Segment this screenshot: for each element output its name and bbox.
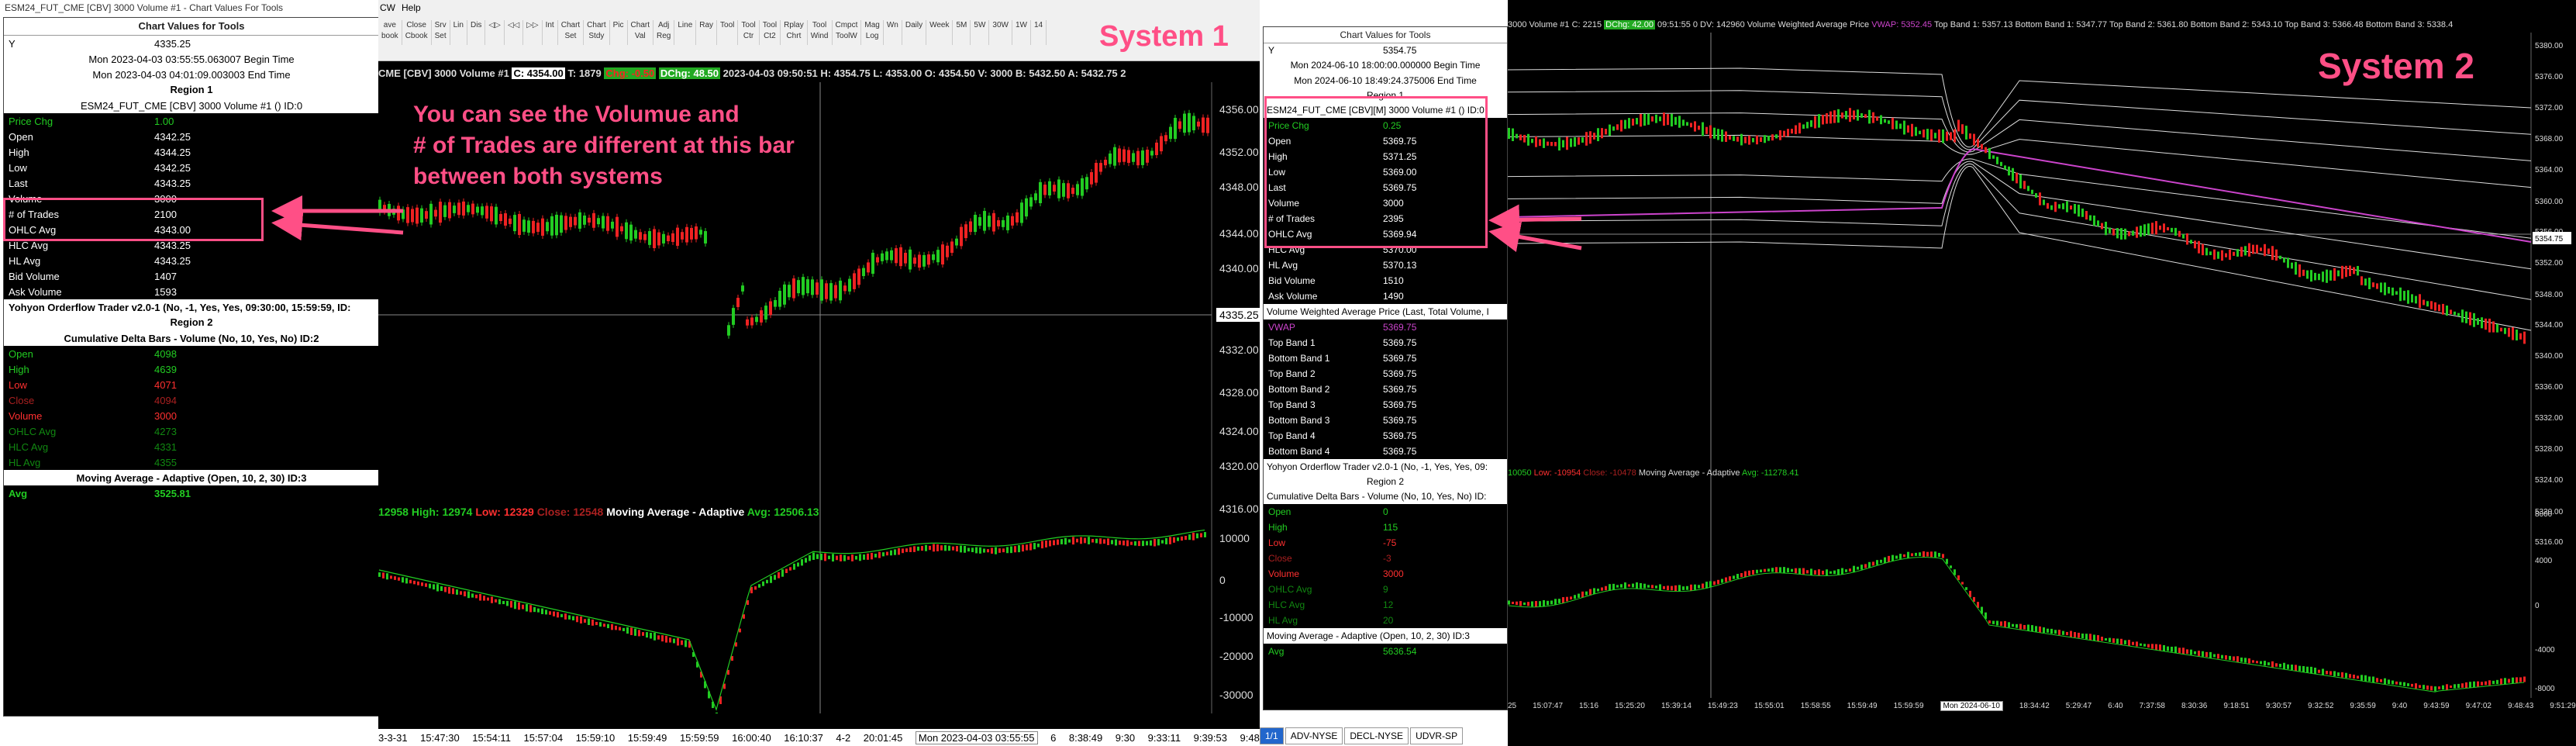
annotation-arrows <box>271 195 1582 253</box>
arrow-right-2 <box>1488 221 1582 253</box>
right-arrows <box>1488 204 1582 253</box>
arrow-left-2 <box>271 209 404 241</box>
left-arrows <box>271 195 404 241</box>
arrow-right-1 <box>1488 204 1582 236</box>
